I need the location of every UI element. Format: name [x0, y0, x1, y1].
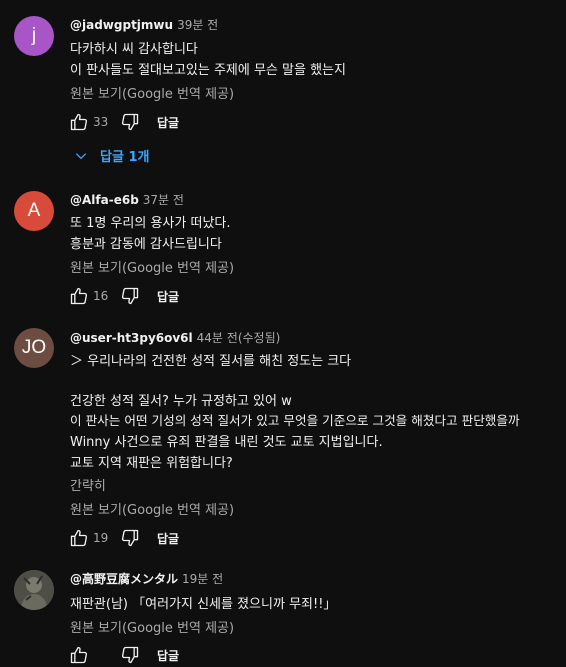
- avatar[interactable]: [14, 570, 54, 610]
- comment-text-line: Winny 사건으로 유죄 판결을 내린 것도 교토 지법입니다.: [70, 435, 383, 450]
- thumbs-up-icon[interactable]: [68, 527, 90, 549]
- author-handle[interactable]: @高野豆腐メンタル: [70, 572, 178, 586]
- thumbs-down-icon[interactable]: [119, 644, 141, 666]
- avatar-photo: [14, 570, 54, 610]
- comment-text-line: 이 판사들도 절대보고있는 주제에 무슨 말을 했는지: [70, 63, 346, 78]
- reply-button[interactable]: 답글: [157, 530, 179, 547]
- comment-header: @高野豆腐メンタル 19분 전: [70, 570, 223, 587]
- avatar-letter: A: [27, 200, 41, 221]
- reply-button[interactable]: 답글: [157, 288, 179, 305]
- comment-text-line: 이 판사는 어떤 기성의 성적 질서가 있고 무엇을 기준으로 그것을 해쳤다고…: [70, 413, 520, 428]
- avatar-letter: JO: [21, 337, 47, 358]
- author-handle[interactable]: @Alfa-e6b: [70, 193, 139, 207]
- comment-text-line: 재판관(남) 「여러가지 신세를 졌으니까 무죄!!」: [70, 597, 337, 612]
- thumbs-down-icon[interactable]: [119, 111, 141, 133]
- comment-timestamp[interactable]: 19분 전: [182, 572, 223, 586]
- thumbs-down-icon[interactable]: [119, 285, 141, 307]
- translate-link[interactable]: 원본 보기(Google 번역 제공): [70, 83, 234, 102]
- comment-header: @user-ht3py6ov6l 44분 전(수정됨): [70, 329, 280, 346]
- comment-timestamp[interactable]: 39분 전: [177, 18, 218, 32]
- comment-text-line: 다카하시 씨 감사합니다: [70, 42, 198, 57]
- comment-actions: 33 답글: [68, 110, 179, 134]
- thumbs-up-icon[interactable]: [68, 111, 90, 133]
- like-count: 19: [93, 531, 109, 545]
- comment-text-line: 교토 지역 재판은 위험합니다?: [70, 456, 233, 471]
- comment-header: @jadwgptjmwu 39분 전: [70, 16, 218, 33]
- comment-actions: 답글: [68, 643, 179, 667]
- author-handle[interactable]: @jadwgptjmwu: [70, 18, 173, 32]
- comment-actions: 19 답글: [68, 526, 179, 550]
- comment-actions: 16 답글: [68, 284, 179, 308]
- translate-link[interactable]: 원본 보기(Google 번역 제공): [70, 499, 234, 518]
- thumbs-up-icon[interactable]: [68, 285, 90, 307]
- avatar[interactable]: A: [14, 191, 54, 231]
- comment-text-line: 건강한 성적 질서? 누가 규정하고 있어 w: [70, 394, 292, 409]
- thumbs-down-icon[interactable]: [119, 527, 141, 549]
- show-less-button[interactable]: 간략히: [70, 475, 106, 494]
- thumbs-up-icon[interactable]: [68, 644, 90, 666]
- like-count: 16: [93, 289, 109, 303]
- comment-text-line: 흥분과 감동에 감사드립니다: [70, 237, 222, 252]
- comment-text-line: ＞ 우리나라의 건전한 성적 질서를 해친 정도는 크다: [70, 354, 352, 369]
- chevron-down-icon: [75, 152, 87, 159]
- comment-header: @Alfa-e6b 37분 전: [70, 191, 184, 208]
- comment-timestamp[interactable]: 44분 전(수정됨): [197, 331, 281, 345]
- comment-text-line: 또 1명 우리의 용사가 떠났다.: [70, 216, 231, 231]
- translate-link[interactable]: 원본 보기(Google 번역 제공): [70, 257, 234, 276]
- avatar[interactable]: JO: [14, 328, 54, 368]
- avatar[interactable]: j: [14, 16, 54, 56]
- view-replies-button[interactable]: 답글 1개: [74, 146, 149, 165]
- reply-button[interactable]: 답글: [157, 647, 179, 664]
- avatar-letter: j: [31, 25, 37, 46]
- reply-button[interactable]: 답글: [157, 114, 179, 131]
- replies-count-label: 답글 1개: [100, 150, 150, 165]
- author-handle[interactable]: @user-ht3py6ov6l: [70, 331, 193, 345]
- like-count: 33: [93, 115, 109, 129]
- translate-link[interactable]: 원본 보기(Google 번역 제공): [70, 617, 234, 636]
- comment-timestamp[interactable]: 37분 전: [143, 193, 184, 207]
